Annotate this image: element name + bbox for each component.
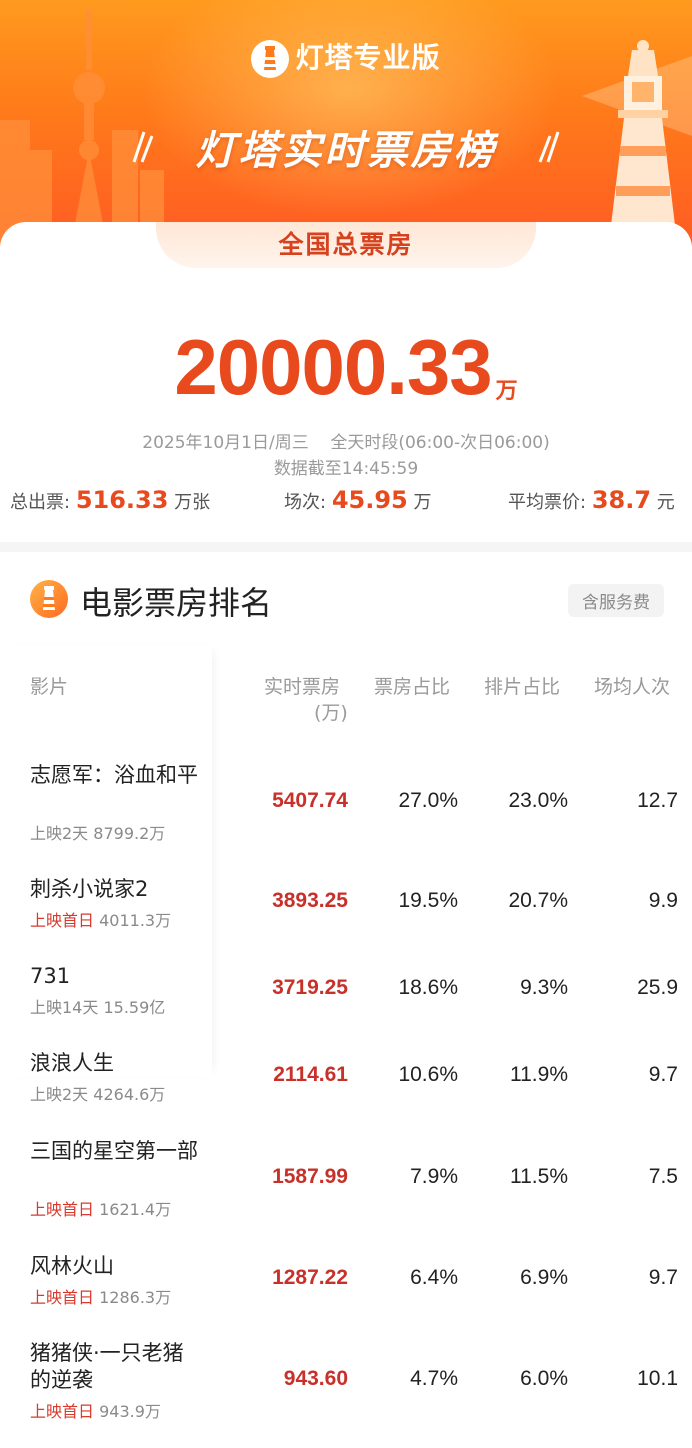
header-film: 影片 (30, 676, 69, 698)
screening-share: 6.9% (520, 1266, 568, 1289)
film-release-info: 上映首日 1286.3万 (30, 1284, 171, 1308)
avg-per-show: 9.7 (648, 1266, 678, 1289)
header-banner: 灯塔专业版 灯塔实时票房榜 (0, 0, 692, 250)
stat-tickets-value: 516.33 (75, 486, 169, 514)
film-name[interactable]: 731 (30, 963, 210, 990)
total-box-office-value: 20000.33 (174, 323, 492, 411)
cumulative-gross: 8799.2万 (93, 824, 166, 843)
avg-per-show: 12.7 (637, 789, 678, 812)
cumulative-gross: 943.9万 (99, 1402, 161, 1421)
film-name[interactable]: 风林火山 (30, 1253, 210, 1280)
gross-share: 19.5% (398, 889, 458, 912)
film-release-info: 上映首日 1621.4万 (30, 1196, 171, 1220)
release-status: 上映14天 (30, 998, 99, 1017)
brand-name: 灯塔专业版 (295, 41, 441, 74)
screening-share: 20.7% (508, 889, 568, 912)
film-name[interactable]: 志愿军：浴血和平 (30, 762, 210, 789)
release-status: 上映2天 (30, 824, 89, 843)
cumulative-gross: 1286.3万 (99, 1288, 172, 1307)
national-total-tab: 全国总票房 (156, 222, 536, 268)
screening-share: 6.0% (520, 1367, 568, 1390)
gross-share: 10.6% (398, 1063, 458, 1086)
stat-shows-unit: 万 (413, 492, 432, 513)
data-updated-time: 数据截至14:45:59 (273, 459, 419, 479)
avg-per-show: 10.1 (637, 1367, 678, 1390)
screening-share: 23.0% (508, 789, 568, 812)
gross-share: 7.9% (410, 1165, 458, 1188)
stat-tickets-label: 总出票: (10, 492, 71, 513)
film-release-info: 上映首日 943.9万 (30, 1398, 161, 1422)
national-box-office-card: 全国总票房 20000.33 万 2025年10月1日/周三 全天时段(06:00… (0, 222, 692, 542)
cumulative-gross: 1621.4万 (99, 1200, 172, 1219)
release-status: 上映首日 (30, 911, 95, 930)
avg-per-show: 9.9 (648, 889, 678, 912)
release-status: 上映首日 (30, 1200, 95, 1219)
realtime-gross: 3719.25 (272, 976, 348, 999)
gross-share: 4.7% (410, 1367, 458, 1390)
header-screening-share[interactable]: 排片占比 (484, 672, 560, 699)
realtime-gross: 3893.25 (272, 889, 348, 912)
service-fee-badge[interactable]: 含服务费 (568, 584, 664, 617)
stat-avg-price-value: 38.7 (591, 486, 652, 514)
film-name[interactable]: 三国的星空第一部 (30, 1138, 210, 1165)
realtime-gross: 1287.22 (272, 1266, 348, 1289)
stat-avg-price-unit: 元 (656, 492, 675, 513)
title-deco-right (538, 131, 560, 163)
total-box-office: 20000.33 万 (0, 322, 692, 413)
lighthouse-small-icon (30, 580, 68, 618)
film-release-info: 上映2天 4264.6万 (30, 1081, 165, 1105)
film-name[interactable]: 浪浪人生 (30, 1050, 210, 1077)
film-release-info: 上映14天 15.59亿 (30, 994, 165, 1018)
cumulative-gross: 15.59亿 (103, 998, 166, 1017)
stat-shows: 场次: 45.95 万 (284, 486, 431, 514)
date-range: 2025年10月1日/周三 全天时段(06:00-次日06:00) (142, 433, 550, 453)
header-avg-per-show[interactable]: 场均人次 (594, 672, 670, 699)
screening-share: 11.9% (510, 1063, 568, 1086)
movie-ranking-card: 电影票房排名 含服务费 影片 实时票房 (万) 票房占比 排片占比 场均人次 志… (0, 552, 692, 1448)
banner-title: 灯塔实时票房榜 (195, 128, 497, 174)
stat-tickets-unit: 万张 (174, 492, 211, 513)
total-box-office-unit: 万 (495, 379, 518, 404)
gross-share: 6.4% (410, 1266, 458, 1289)
realtime-gross: 943.60 (283, 1367, 348, 1390)
cumulative-gross: 4264.6万 (93, 1085, 166, 1104)
realtime-gross: 2114.61 (273, 1063, 348, 1086)
header-gross-share[interactable]: 票房占比 (374, 672, 450, 699)
stat-avg-price: 平均票价: 38.7 元 (508, 486, 675, 514)
cumulative-gross: 4011.3万 (99, 911, 172, 930)
gross-share: 18.6% (398, 976, 458, 999)
film-release-info: 上映首日 4011.3万 (30, 907, 171, 931)
gross-share: 27.0% (398, 789, 458, 812)
stat-avg-price-label: 平均票价: (508, 492, 587, 513)
brand-header: 灯塔专业版 (0, 36, 692, 78)
stat-tickets: 总出票: 516.33 万张 (10, 486, 210, 514)
header-realtime-gross[interactable]: 实时票房 (264, 672, 340, 699)
lighthouse-logo-icon (251, 40, 290, 78)
release-status: 上映2天 (30, 1085, 89, 1104)
summary-stats: 总出票: 516.33 万张 场次: 45.95 万 平均票价: 38.7 元 (0, 486, 692, 522)
film-release-info: 上映2天 8799.2万 (30, 820, 165, 844)
release-status: 上映首日 (30, 1402, 95, 1421)
avg-per-show: 9.7 (648, 1063, 678, 1086)
screening-share: 9.3% (520, 976, 568, 999)
release-status: 上映首日 (30, 1288, 95, 1307)
realtime-gross: 5407.74 (272, 789, 348, 812)
film-name[interactable]: 猪猪侠·一只老猪的逆袭 (30, 1340, 202, 1394)
banner-glow (140, 0, 560, 220)
stat-shows-label: 场次: (284, 492, 327, 513)
realtime-gross: 1587.99 (272, 1165, 348, 1188)
screening-share: 11.5% (510, 1165, 568, 1188)
ranking-title: 电影票房排名 (80, 584, 273, 622)
header-realtime-gross-unit: (万) (314, 702, 348, 724)
avg-per-show: 25.9 (637, 976, 678, 999)
avg-per-show: 7.5 (648, 1165, 678, 1188)
stat-shows-value: 45.95 (331, 486, 408, 514)
film-name[interactable]: 刺杀小说家2 (30, 876, 210, 903)
